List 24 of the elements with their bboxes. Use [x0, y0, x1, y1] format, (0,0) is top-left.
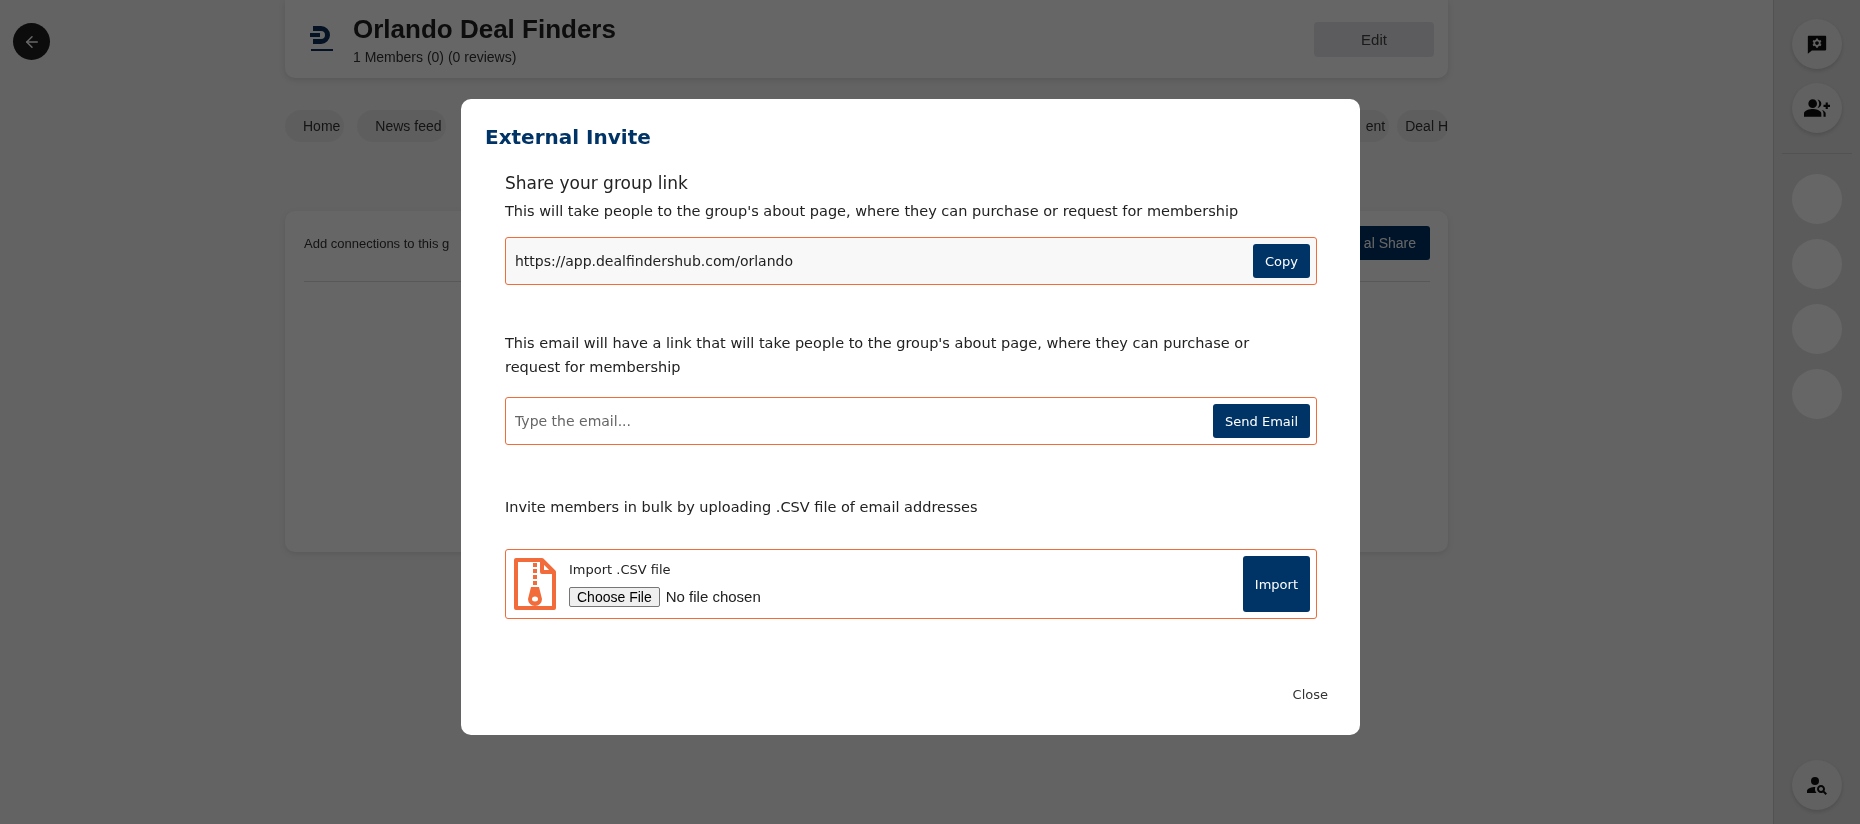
section-description: This will take people to the group's about page, where they can purchase or request for membership	[505, 202, 1240, 221]
file-status: No file chosen	[665, 588, 761, 605]
dialog-title: External Invite	[485, 125, 652, 149]
section-heading: Share your group link	[505, 173, 689, 193]
email-field[interactable]: Type the email... Send Email	[505, 397, 1317, 445]
chat-settings-button[interactable]	[1792, 19, 1842, 69]
person-search-button[interactable]	[1792, 760, 1842, 810]
link-field[interactable]: https://app.dealfindershub.com/orlando Copy	[505, 237, 1317, 285]
copy-button[interactable]: Copy	[1253, 244, 1310, 278]
import-button[interactable]: Import	[1242, 556, 1310, 612]
connections-text: Add connections to this g	[304, 236, 450, 251]
back-button[interactable]	[13, 23, 50, 60]
zip-file-icon	[513, 557, 557, 611]
group-title: Orlando Deal Finders	[353, 13, 617, 45]
choose-file-button[interactable]: Choose File	[569, 586, 660, 607]
send-email-button[interactable]: Send Email	[1213, 404, 1310, 438]
chat-settings-icon	[1806, 33, 1828, 55]
import-label: Import .CSV file	[569, 561, 672, 577]
group-stats: 1 Members (0) (0 reviews)	[353, 48, 518, 65]
add-group-button[interactable]	[1792, 83, 1842, 133]
close-button[interactable]: Close	[1286, 683, 1334, 706]
logo-icon	[309, 24, 335, 54]
section-description: This email will have a link that will take people to the group's about page, where they can purchase or request for membership	[505, 334, 1251, 377]
section-description: Invite members in bulk by uploading .CSV file of email addresses	[505, 498, 979, 517]
